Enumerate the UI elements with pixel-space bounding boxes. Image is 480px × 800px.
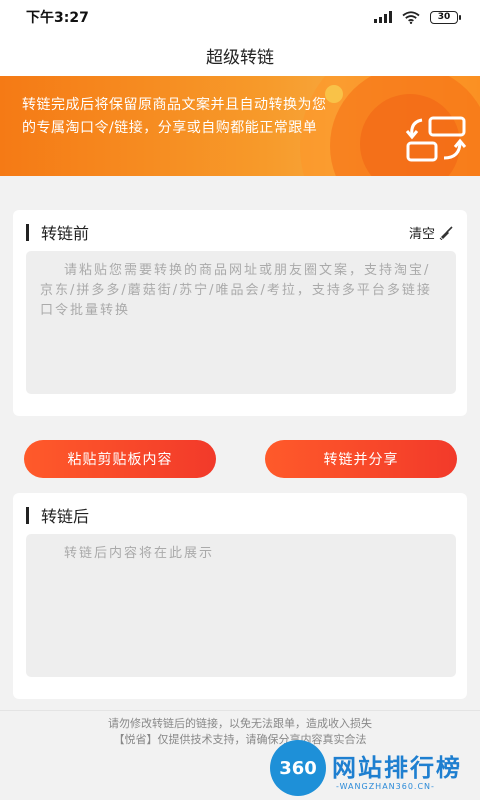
signal-icon xyxy=(374,11,392,23)
before-card: 转链前 清空 xyxy=(13,210,467,416)
watermark-logo: 360 xyxy=(270,740,326,796)
screen: 下午3:27 30 超级转链 转链完成后将保留原商品文案并且自动转换为您的专属淘… xyxy=(0,0,480,800)
before-input[interactable] xyxy=(26,251,456,394)
watermark-title: 网站排行榜 xyxy=(332,754,462,782)
after-header: 转链后 xyxy=(26,505,90,526)
convert-share-button[interactable]: 转链并分享 xyxy=(265,440,457,478)
after-output[interactable] xyxy=(26,534,456,677)
footer-divider xyxy=(0,710,480,711)
title-bar xyxy=(26,506,29,524)
clear-label: 清空 xyxy=(408,227,435,242)
before-header: 转链前 xyxy=(26,222,90,243)
nav-bar: 超级转链 xyxy=(0,34,480,76)
convert-icon xyxy=(405,116,467,162)
after-card: 转链后 xyxy=(13,493,467,699)
footer-line-1: 请勿修改转链后的链接，以免无法跟单，造成收入损失 xyxy=(108,717,372,730)
clear-button[interactable]: 清空 xyxy=(409,223,453,242)
broom-icon xyxy=(439,225,453,240)
watermark-subtitle: -WANGZHAN360.CN- xyxy=(336,782,435,791)
footer-notice: 请勿修改转链后的链接，以免无法跟单，造成收入损失 【悦省】仅提供技术支持，请确保… xyxy=(0,716,480,748)
watermark-logo-text: 360 xyxy=(279,757,317,779)
banner-text: 转链完成后将保留原商品文案并且自动转换为您的专属淘口令/链接，分享或自购都能正常… xyxy=(22,97,327,136)
footer-line-2: 【悦省】仅提供技术支持，请确保分享内容真实合法 xyxy=(113,733,367,746)
status-icons: 30 xyxy=(374,10,461,24)
page-title: 超级转链 xyxy=(206,47,274,68)
before-title: 转链前 xyxy=(41,224,90,243)
paste-clipboard-button[interactable]: 粘贴剪贴板内容 xyxy=(24,440,216,478)
battery-level: 30 xyxy=(437,12,451,22)
status-time: 下午3:27 xyxy=(26,10,89,26)
banner: 转链完成后将保留原商品文案并且自动转换为您的专属淘口令/链接，分享或自购都能正常… xyxy=(0,76,480,176)
after-title: 转链后 xyxy=(41,507,90,526)
wifi-icon xyxy=(402,10,420,24)
battery-icon: 30 xyxy=(430,10,461,24)
title-bar xyxy=(26,223,29,241)
status-bar: 下午3:27 30 xyxy=(0,0,480,34)
watermark: 360 网站排行榜 -WANGZHAN360.CN- xyxy=(270,740,480,800)
